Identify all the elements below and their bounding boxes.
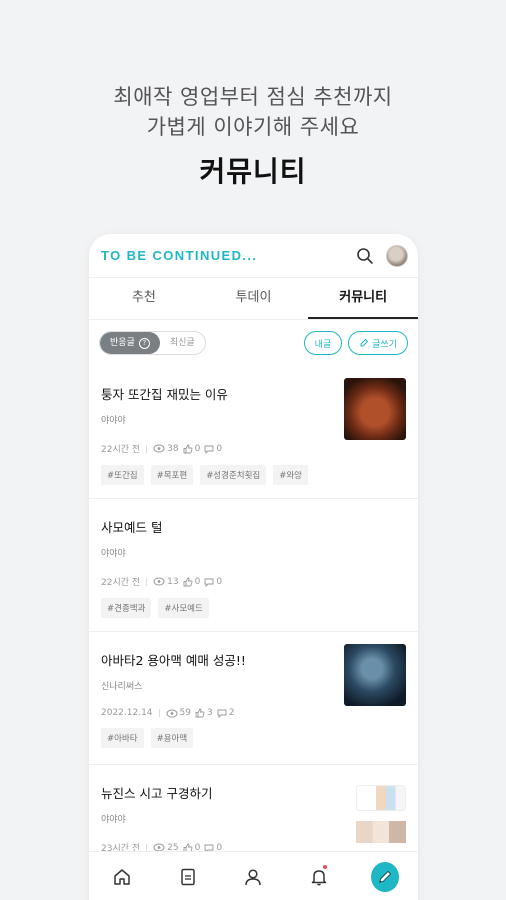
user-icon (245, 868, 262, 885)
nav-my-page[interactable] (239, 863, 267, 891)
comment-count: 0 (204, 577, 222, 587)
like-count: 0 (183, 577, 200, 587)
tag-list: #견종백과 #사모예드 (101, 598, 406, 618)
eye-icon (153, 577, 165, 586)
write-post-label: 글쓰기 (372, 339, 397, 350)
tag[interactable]: #목포편 (150, 465, 194, 485)
post-item[interactable]: 사모예드 털 야야야 22시간 전 13 0 0 #견종백과 #사모예드 (89, 499, 418, 632)
search-icon[interactable] (354, 245, 376, 267)
tab-bar: 추천 투데이 커뮤니티 (89, 278, 418, 320)
comment-icon (204, 578, 214, 587)
pencil-icon (379, 870, 392, 883)
brand-logo: TO BE CONTINUED... (101, 248, 258, 263)
profile-avatar[interactable] (386, 244, 408, 267)
pencil-icon (360, 338, 369, 347)
post-thumbnail[interactable] (344, 644, 406, 706)
tab-recommend[interactable]: 추천 (89, 278, 199, 319)
promo-subtitle: 최애작 영업부터 점심 추천까지 가볍게 이야기해 주세요 (0, 82, 506, 142)
tag-list: #또간집 #목포편 #성경준치횟집 #와앙 (101, 465, 406, 485)
help-icon[interactable]: ? (138, 337, 150, 349)
write-post-button[interactable]: 글쓰기 (348, 331, 408, 355)
post-thumbnail[interactable] (356, 785, 406, 811)
eye-icon (166, 709, 178, 717)
like-count: 0 (183, 444, 200, 454)
comment-icon (204, 445, 214, 454)
bottom-nav (89, 851, 418, 900)
post-time: 22시간 전 (101, 445, 141, 455)
tag[interactable]: #와앙 (273, 465, 308, 485)
tag[interactable]: #아바타 (101, 728, 144, 748)
home-icon (114, 868, 130, 885)
post-item[interactable]: 아바타2 용아맥 예매 성공!! 신나리써스 2022.12.14 59 3 2… (89, 632, 418, 765)
filter-row: 반응글 ? 최신글 내글 글쓰기 (89, 320, 418, 366)
nav-home[interactable] (108, 863, 136, 891)
tag[interactable]: #또간집 (101, 465, 144, 485)
tag[interactable]: #사모예드 (158, 598, 209, 618)
post-meta: 22시간 전 13 0 0 (101, 575, 406, 589)
post-time: 22시간 전 (101, 578, 141, 588)
like-count: 3 (195, 708, 213, 718)
nav-library[interactable] (174, 863, 202, 891)
comment-count: 0 (204, 444, 222, 454)
tag[interactable]: #견종백과 (101, 598, 152, 618)
bell-icon (312, 869, 327, 885)
sort-popular-label: 반응글 (110, 338, 135, 348)
view-count: 38 (153, 444, 179, 454)
nav-notifications[interactable] (305, 863, 333, 891)
sort-popular-button[interactable]: 반응글 ? (100, 332, 160, 354)
promo-line-1: 최애작 영업부터 점심 추천까지 (113, 85, 393, 109)
tab-community[interactable]: 커뮤니티 (308, 278, 418, 319)
thumbs-up-icon (195, 708, 205, 718)
eye-icon (153, 444, 165, 453)
promo-line-2: 가볍게 이야기해 주세요 (146, 115, 360, 139)
post-thumbnail-secondary[interactable] (356, 821, 406, 843)
post-time: 2022.12.14 (101, 708, 153, 718)
tag[interactable]: #용아맥 (150, 728, 194, 748)
tag-list: #아바타 #용아맥 (101, 728, 406, 748)
sort-toggle: 반응글 ? 최신글 (99, 331, 206, 355)
my-posts-button[interactable]: 내글 (303, 331, 343, 355)
sort-recent-button[interactable]: 최신글 (160, 332, 205, 354)
thumbs-up-icon (183, 444, 193, 453)
promo-title: 커뮤니티 (199, 155, 307, 188)
notification-dot (323, 864, 328, 869)
tag[interactable]: #성경준치횟집 (200, 465, 267, 485)
tab-today[interactable]: 투데이 (199, 278, 309, 319)
nav-write[interactable] (371, 861, 400, 892)
post-meta: 2022.12.14 59 3 2 (101, 708, 406, 718)
view-count: 13 (153, 577, 179, 587)
view-count: 59 (166, 708, 191, 718)
post-meta: 22시간 전 38 0 0 (101, 442, 406, 456)
app-header: TO BE CONTINUED... (89, 234, 418, 278)
comment-count: 2 (217, 708, 234, 718)
avatar (386, 244, 408, 267)
book-icon (180, 868, 195, 885)
post-item[interactable]: 퉁자 또간집 재밌는 이유 야야야 22시간 전 38 0 0 #또간집 #목포… (89, 366, 418, 499)
thumbs-up-icon (183, 577, 193, 586)
post-author: 야야야 (101, 549, 126, 559)
phone-frame: TO BE CONTINUED... 추천 투데이 커뮤니티 반응글 ? 최신글… (89, 234, 418, 900)
post-thumbnail[interactable] (344, 378, 406, 440)
comment-icon (217, 709, 227, 718)
post-title[interactable]: 사모예드 털 (101, 517, 406, 536)
write-fab (371, 861, 400, 892)
